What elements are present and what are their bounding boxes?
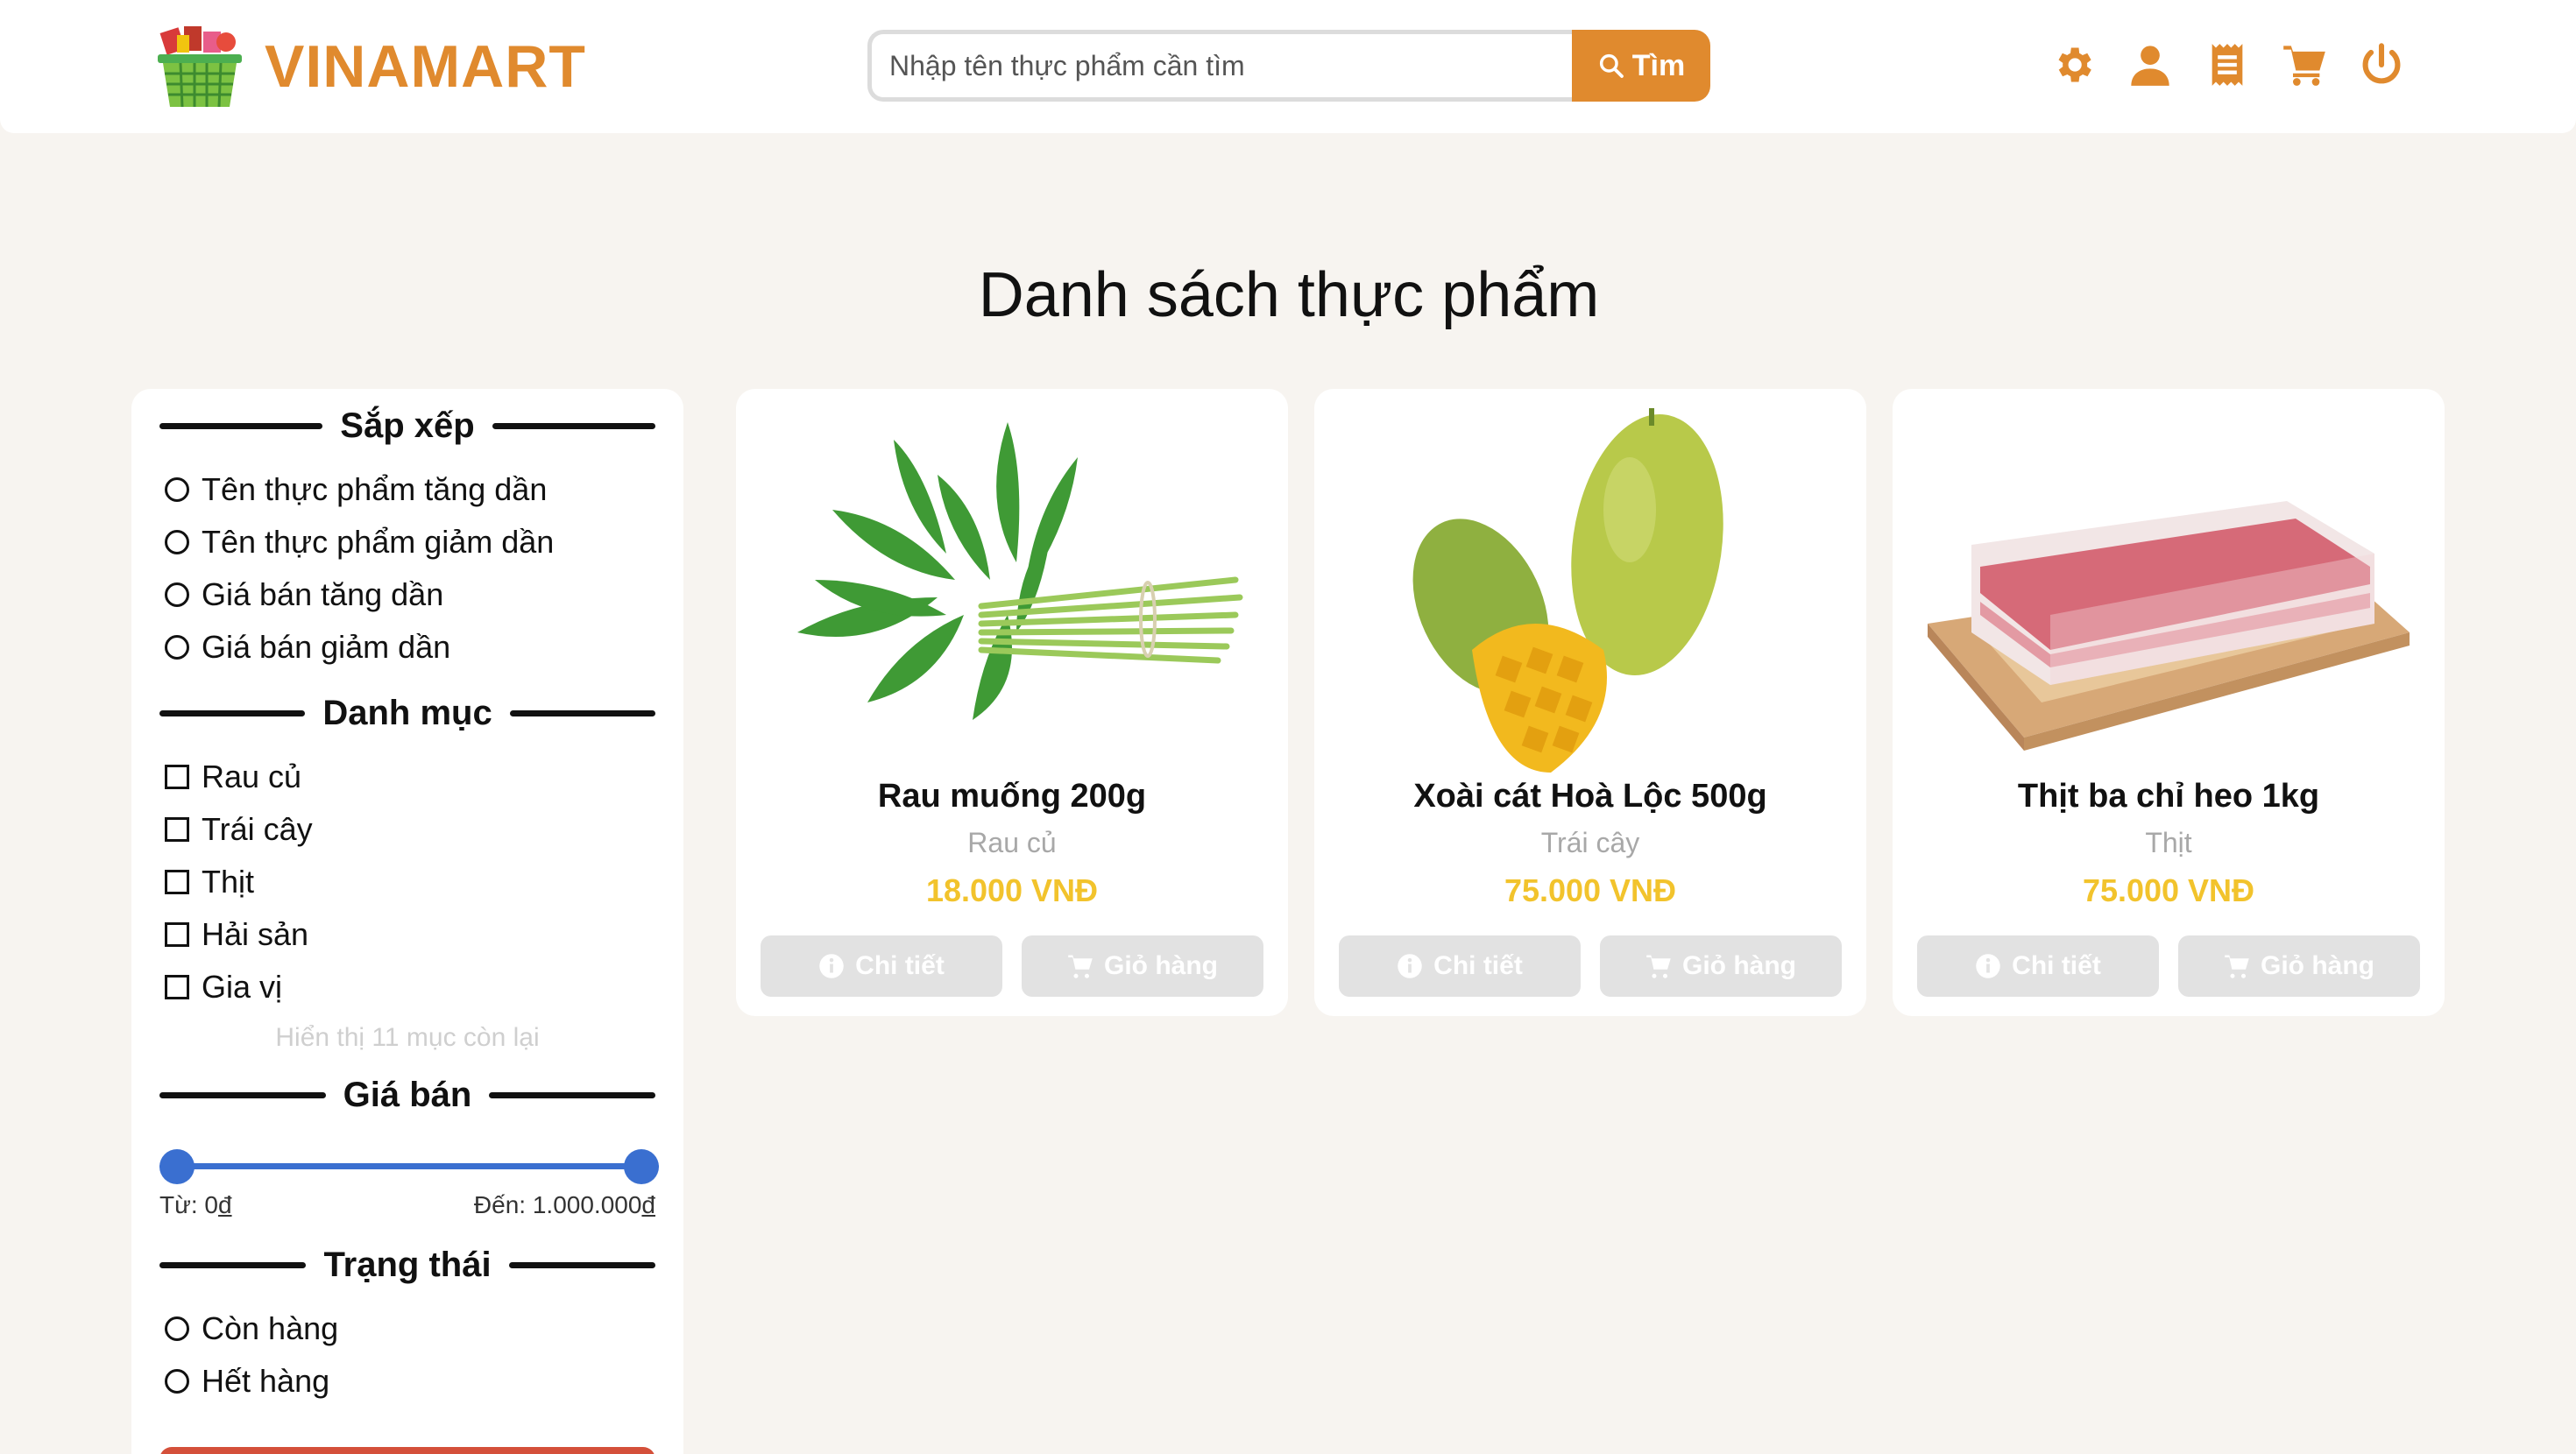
radio-button[interactable] [165, 582, 189, 607]
radio-button[interactable] [165, 1369, 189, 1394]
status-option-in-stock[interactable]: Còn hàng [165, 1310, 338, 1347]
product-price: 75.000 VNĐ [1504, 872, 1677, 908]
search-bar: Tìm [867, 30, 1710, 102]
product-image-pork-belly [1928, 501, 2410, 751]
checkbox[interactable] [165, 870, 189, 894]
user-icon [2131, 46, 2169, 86]
add-to-cart-button[interactable]: Giỏ hàng [1022, 935, 1263, 997]
receipt-icon [2212, 44, 2243, 86]
price-section-title: Giá bán [343, 1076, 472, 1114]
detail-button[interactable]: Chi tiết [1339, 935, 1581, 997]
info-icon [1398, 954, 1422, 978]
slider-track[interactable] [159, 1163, 659, 1169]
detail-button[interactable]: Chi tiết [1917, 935, 2159, 997]
category-option-gia-vi[interactable]: Gia vị [165, 969, 282, 1006]
product-category: Rau củ [967, 827, 1057, 858]
checkbox[interactable] [165, 922, 189, 947]
product-name: Xoài cát Hoà Lộc 500g [1413, 778, 1767, 815]
checkbox[interactable] [165, 975, 189, 999]
sort-section-header: Sắp xếp [159, 406, 655, 446]
cart-icon [1068, 955, 1093, 978]
search-button-label: Tìm [1631, 48, 1686, 82]
radio-button[interactable] [165, 1316, 189, 1341]
slider-min-handle[interactable] [159, 1149, 195, 1184]
brand-name: VINAMART [265, 33, 586, 100]
gear-icon [2058, 47, 2091, 82]
product-name: Rau muống 200g [877, 778, 1147, 815]
logout-button[interactable] [2355, 39, 2408, 91]
top-header: VINAMART Tìm [0, 0, 2576, 133]
category-option-thit[interactable]: Thịt [165, 864, 254, 900]
page-title: Danh sách thực phẩm [978, 260, 1600, 330]
show-more-categories-link[interactable]: Hiển thị 11 mục còn lại [131, 1023, 683, 1053]
header-nav [2047, 39, 2432, 91]
cart-icon [1646, 955, 1671, 978]
info-icon [1976, 954, 2000, 978]
brand-logo[interactable]: VINAMART [154, 23, 586, 110]
product-name: Thịt ba chỉ heo 1kg [2017, 778, 2320, 815]
orders-button[interactable] [2201, 39, 2254, 91]
add-to-cart-button[interactable]: Giỏ hàng [2178, 935, 2420, 997]
cart-icon [2283, 46, 2325, 86]
search-input[interactable] [867, 30, 1572, 102]
product-card: Thịt ba chỉ heo 1kg Thịt 75.000 VNĐ Chi … [1893, 389, 2445, 1016]
detail-button[interactable]: Chi tiết [761, 935, 1002, 997]
price-section-header: Giá bán [159, 1076, 656, 1115]
checkbox[interactable] [165, 765, 189, 789]
radio-button[interactable] [165, 477, 189, 502]
price-min-label: Từ: 0đ [159, 1191, 232, 1218]
slider-max-handle[interactable] [624, 1149, 659, 1184]
product-card: Rau muống 200g Rau củ 18.000 VNĐ Chi tiế… [736, 389, 1288, 1016]
cart-icon [2225, 955, 2249, 978]
status-option-out-of-stock[interactable]: Hết hàng [165, 1363, 329, 1400]
product-image-mango [1412, 408, 1723, 773]
account-button[interactable] [2124, 39, 2176, 91]
checkbox[interactable] [165, 817, 189, 842]
product-category: Trái cây [1540, 827, 1640, 858]
category-option-hai-san[interactable]: Hải sản [165, 916, 308, 953]
search-button[interactable]: Tìm [1572, 30, 1710, 102]
radio-button[interactable] [165, 530, 189, 554]
reset-filter-button[interactable] [159, 1447, 655, 1454]
product-image-water-spinach [797, 422, 1243, 720]
category-option-trai-cay[interactable]: Trái cây [165, 811, 313, 848]
price-range-slider[interactable] [159, 1149, 659, 1184]
sort-section-title: Sắp xếp [340, 406, 475, 445]
product-category: Thịt [2145, 827, 2192, 858]
category-option-rau-cu[interactable]: Rau củ [165, 759, 301, 795]
price-max-label: Đến: 1.000.000đ [473, 1191, 655, 1218]
add-to-cart-button[interactable]: Giỏ hàng [1600, 935, 1842, 997]
settings-button[interactable] [2047, 39, 2099, 91]
sort-option-price-desc[interactable]: Giá bán giảm dần [165, 629, 450, 666]
radio-button[interactable] [165, 635, 189, 660]
sort-option-name-desc[interactable]: Tên thực phẩm giảm dần [165, 524, 554, 561]
info-icon [819, 954, 844, 978]
search-icon [1599, 53, 1624, 78]
basket-logo-icon [158, 26, 242, 108]
power-icon [2362, 43, 2401, 84]
product-price: 75.000 VNĐ [2082, 872, 2255, 908]
filter-sidebar: Sắp xếp Tên thực phẩm tăng dần Tên thực … [131, 389, 683, 1454]
product-price: 18.000 VNĐ [925, 872, 1099, 908]
product-card: Xoài cát Hoà Lộc 500g Trái cây 75.000 VN… [1314, 389, 1866, 1016]
status-section-title: Trạng thái [323, 1246, 492, 1284]
sort-option-price-asc[interactable]: Giá bán tăng dần [165, 576, 443, 613]
category-section-header: Danh mục [159, 694, 656, 733]
sort-option-name-asc[interactable]: Tên thực phẩm tăng dần [165, 471, 547, 508]
status-section-header: Trạng thái [159, 1246, 656, 1285]
category-section-title: Danh mục [322, 694, 492, 732]
cart-button[interactable] [2278, 39, 2331, 91]
